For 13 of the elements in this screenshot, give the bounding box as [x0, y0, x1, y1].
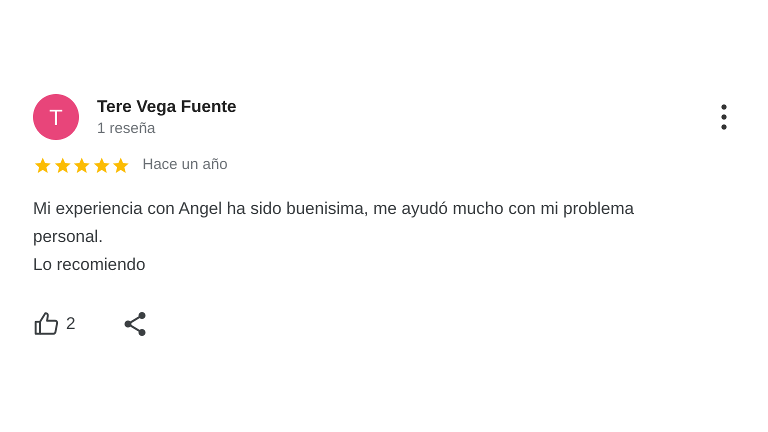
- thumbs-up-icon: [33, 310, 60, 336]
- star-icon: [92, 156, 111, 175]
- review-text: Mi experiencia con Angel ha sido buenisima, me ayudó mucho con mi problema personal. Lo recomiendo: [33, 198, 635, 276]
- like-button[interactable]: 2: [33, 310, 76, 336]
- share-icon[interactable]: [123, 310, 148, 336]
- star-icon: [111, 156, 130, 175]
- avatar: T: [33, 94, 79, 140]
- star-icon: [72, 156, 92, 175]
- star-icon: [52, 156, 72, 175]
- author-name[interactable]: Tere Vega Fuente: [97, 96, 237, 118]
- review-time: Hace un año: [142, 155, 228, 175]
- review-count: 1 reseña: [97, 118, 156, 138]
- star-icon: [33, 156, 52, 175]
